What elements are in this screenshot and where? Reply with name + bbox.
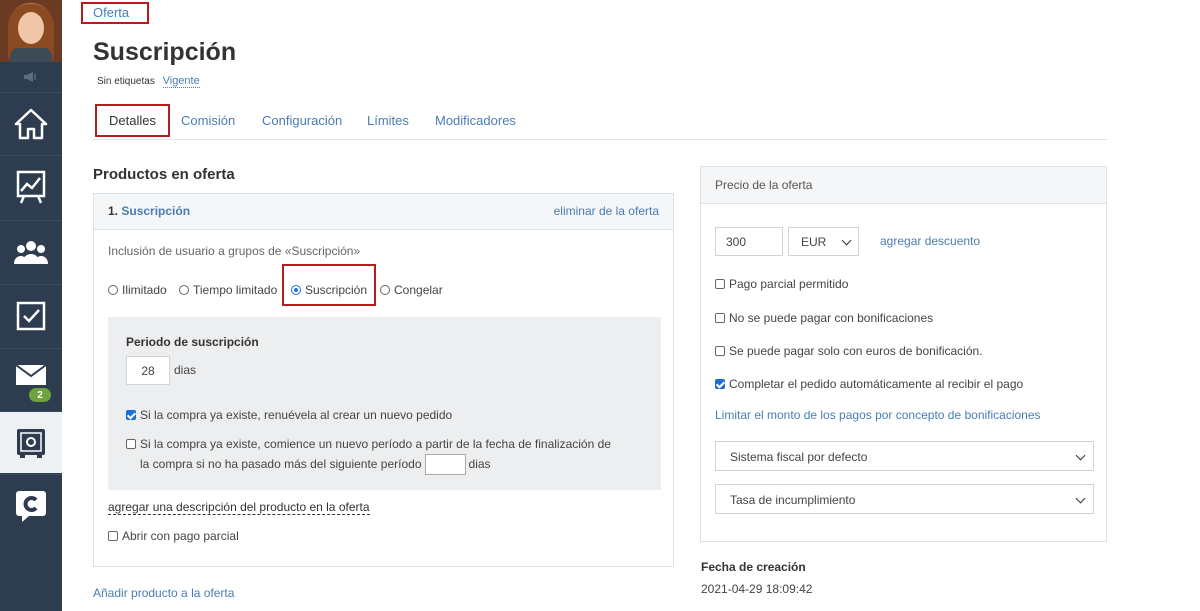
add-discount-link[interactable]: agregar descuento bbox=[880, 234, 980, 248]
checkbox-icon bbox=[715, 346, 725, 356]
checkbox-icon bbox=[715, 313, 725, 323]
checkbox-icon bbox=[108, 531, 118, 541]
no-bonus-checkbox[interactable]: No se puede pagar con bonificaciones bbox=[715, 311, 933, 325]
radio-icon bbox=[108, 285, 118, 295]
product-number: 1. bbox=[108, 204, 119, 218]
tab-bar: Detalles Comisión Configuración Límites … bbox=[93, 104, 1107, 140]
tab-details[interactable]: Detalles bbox=[95, 104, 170, 137]
tags-row: Sin etiquetas Vigente bbox=[97, 75, 200, 88]
radio-unlimited[interactable]: Ilimitado bbox=[108, 280, 167, 300]
remove-from-offer-link[interactable]: eliminar de la oferta bbox=[554, 204, 659, 218]
period-title: Periodo de suscripción bbox=[126, 335, 259, 349]
chart-icon[interactable] bbox=[0, 155, 62, 217]
product-name-link[interactable]: Suscripción bbox=[121, 204, 190, 218]
checkbox-icon bbox=[126, 439, 136, 449]
add-product-link[interactable]: Añadir producto a la oferta bbox=[93, 586, 234, 600]
open-partial-checkbox[interactable]: Abrir con pago parcial bbox=[108, 529, 239, 543]
radio-subscription[interactable]: Suscripción bbox=[291, 280, 367, 300]
tab-commission[interactable]: Comisión bbox=[181, 104, 235, 137]
radio-icon bbox=[380, 285, 390, 295]
no-tags-label: Sin etiquetas bbox=[97, 76, 155, 87]
mail-icon[interactable]: 2 bbox=[0, 348, 62, 410]
avatar[interactable] bbox=[0, 0, 62, 62]
product-card: 1. Suscripción eliminar de la oferta Inc… bbox=[93, 193, 674, 567]
chevron-down-icon bbox=[1075, 493, 1086, 504]
currency-value: EUR bbox=[801, 235, 827, 249]
tab-configuration[interactable]: Configuración bbox=[262, 104, 342, 137]
radio-freeze[interactable]: Congelar bbox=[380, 280, 443, 300]
partial-payment-checkbox[interactable]: Pago parcial permitido bbox=[715, 277, 848, 291]
products-section-title: Productos en oferta bbox=[93, 166, 235, 183]
inclusion-text: Inclusión de usuario a grupos de «Suscri… bbox=[108, 244, 361, 258]
megaphone-icon[interactable] bbox=[0, 62, 62, 92]
currency-select[interactable]: EUR bbox=[788, 227, 859, 256]
chevron-down-icon bbox=[841, 235, 852, 246]
subscription-period-panel: Periodo de suscripción 28 dias Si la com… bbox=[108, 317, 661, 490]
add-description-link[interactable]: agregar una descripción del producto en … bbox=[108, 500, 370, 515]
users-icon[interactable] bbox=[0, 220, 62, 282]
renew-checkbox[interactable]: Si la compra ya existe, renuévela al cre… bbox=[126, 408, 452, 422]
new-period-checkbox[interactable]: Si la compra ya existe, comience un nuev… bbox=[126, 434, 611, 476]
unread-badge: 2 bbox=[28, 387, 52, 403]
bonus-only-checkbox[interactable]: Se puede pagar solo con euros de bonific… bbox=[715, 344, 983, 358]
limit-bonus-link[interactable]: Limitar el monto de los pagos por concep… bbox=[715, 408, 1041, 422]
tab-limits[interactable]: Límites bbox=[367, 104, 409, 137]
tab-modifiers[interactable]: Modificadores bbox=[435, 104, 516, 137]
period-days-input[interactable]: 28 bbox=[126, 356, 170, 385]
chat-icon[interactable] bbox=[0, 474, 62, 536]
default-rate-select[interactable]: Tasa de incumplimiento bbox=[715, 484, 1094, 514]
home-icon[interactable] bbox=[0, 92, 62, 154]
price-header: Precio de la oferta bbox=[701, 167, 1106, 204]
checkbox-checked-icon bbox=[126, 410, 136, 420]
radio-time-limited[interactable]: Tiempo limitado bbox=[179, 280, 277, 300]
tax-system-value: Sistema fiscal por defecto bbox=[730, 450, 868, 464]
tax-system-select[interactable]: Sistema fiscal por defecto bbox=[715, 441, 1094, 471]
radio-icon bbox=[179, 285, 189, 295]
sidebar: 2 bbox=[0, 0, 62, 611]
created-date-label: Fecha de creación bbox=[701, 560, 806, 574]
product-card-header: 1. Suscripción eliminar de la oferta bbox=[94, 194, 673, 230]
breadcrumb-oferta[interactable]: Oferta bbox=[81, 2, 149, 24]
auto-complete-checkbox[interactable]: Completar el pedido automáticamente al r… bbox=[715, 377, 1023, 391]
checkbox-icon bbox=[715, 279, 725, 289]
period-limit-input[interactable] bbox=[424, 454, 466, 476]
safe-icon[interactable] bbox=[0, 411, 62, 473]
period-unit: dias bbox=[174, 363, 197, 377]
checkbox-checked-icon bbox=[715, 379, 725, 389]
default-rate-value: Tasa de incumplimiento bbox=[730, 493, 856, 507]
status-link[interactable]: Vigente bbox=[162, 75, 200, 88]
radio-selected-icon bbox=[291, 285, 301, 295]
checkbox-icon[interactable] bbox=[0, 284, 62, 346]
price-card: Precio de la oferta 300 EUR agregar desc… bbox=[700, 166, 1107, 542]
chevron-down-icon bbox=[1075, 450, 1086, 461]
page-title: Suscripción bbox=[93, 38, 237, 66]
price-amount-input[interactable]: 300 bbox=[715, 227, 783, 256]
created-date-value: 2021-04-29 18:09:42 bbox=[701, 582, 813, 596]
